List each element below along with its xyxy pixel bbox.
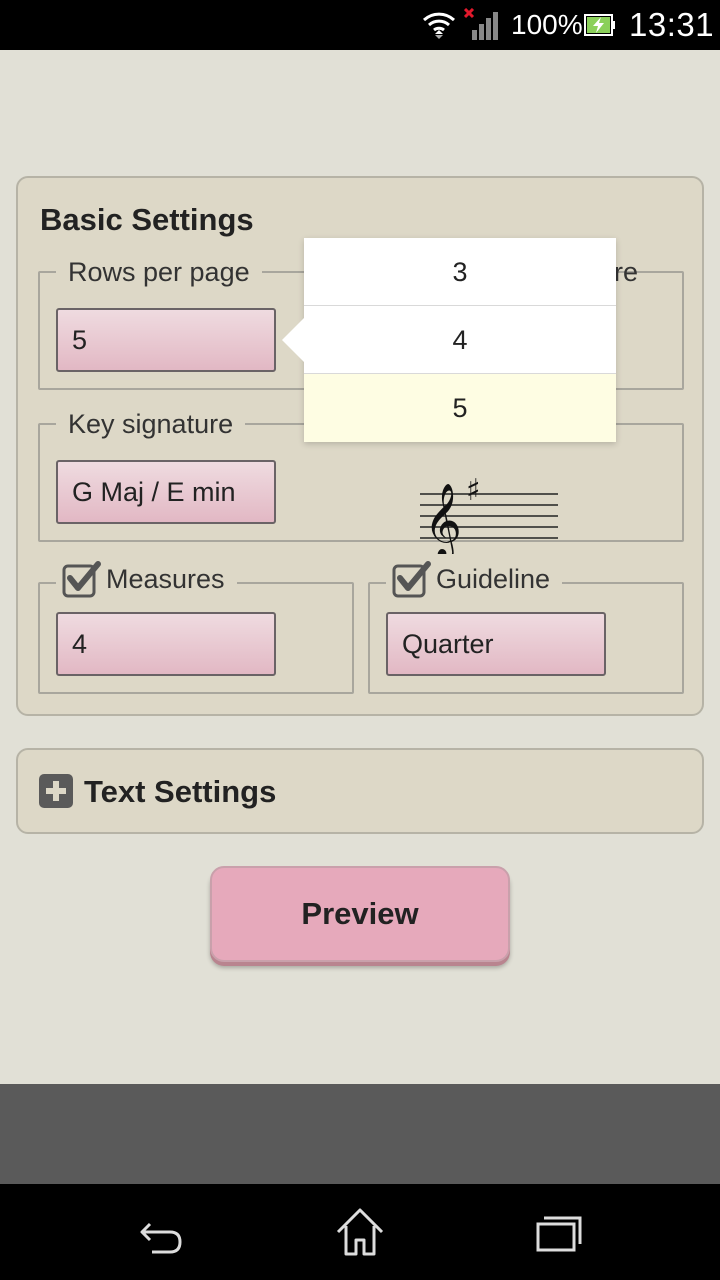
navigation-bar [0,1184,720,1280]
svg-text:♯: ♯ [466,473,481,508]
guideline-checkbox-checked-icon[interactable] [392,560,432,598]
recent-apps-icon[interactable] [530,1202,590,1262]
obscured-label-fragment: re [614,257,639,287]
guideline-legend: Guideline [386,560,562,605]
measures-spinner[interactable]: 4 [56,612,276,676]
dropdown-option-selected[interactable]: 5 [304,374,616,442]
measures-legend: Measures [56,560,237,605]
ad-area [0,1084,720,1184]
dropdown-pointer [282,318,304,362]
signal-icon [464,8,498,40]
preview-button[interactable]: Preview [210,866,510,962]
dropdown-option[interactable]: 3 [304,238,616,306]
wifi-icon [422,12,456,39]
back-icon[interactable] [130,1202,190,1262]
guideline-spinner[interactable]: Quarter [386,612,606,676]
measures-checkbox-checked-icon[interactable] [62,560,102,598]
text-settings-label: Text Settings [84,774,277,809]
rows-per-page-dropdown: 3 4 5 [282,238,616,442]
guideline-label: Guideline [436,564,551,594]
clock: 13:31 [629,6,715,43]
dropdown-option[interactable]: 4 [304,306,616,374]
measures-label: Measures [106,564,225,594]
home-icon[interactable] [330,1202,390,1262]
text-settings-panel[interactable]: Text Settings [16,748,704,834]
key-signature-spinner[interactable]: G Maj / E min [56,460,276,524]
rows-per-page-label: Rows per page [68,257,250,287]
battery-percent: 100% [511,9,583,40]
treble-clef-staff-image: 𝄞 ♯ [420,473,558,554]
battery-charging-icon [584,14,615,36]
svg-text:𝄞: 𝄞 [424,484,462,554]
basic-settings-title: Basic Settings [40,202,254,237]
status-bar: 100% 13:31 [0,0,720,50]
expand-plus-icon[interactable] [39,774,73,808]
rows-per-page-spinner[interactable]: 5 [56,308,276,372]
key-signature-label: Key signature [68,409,234,439]
